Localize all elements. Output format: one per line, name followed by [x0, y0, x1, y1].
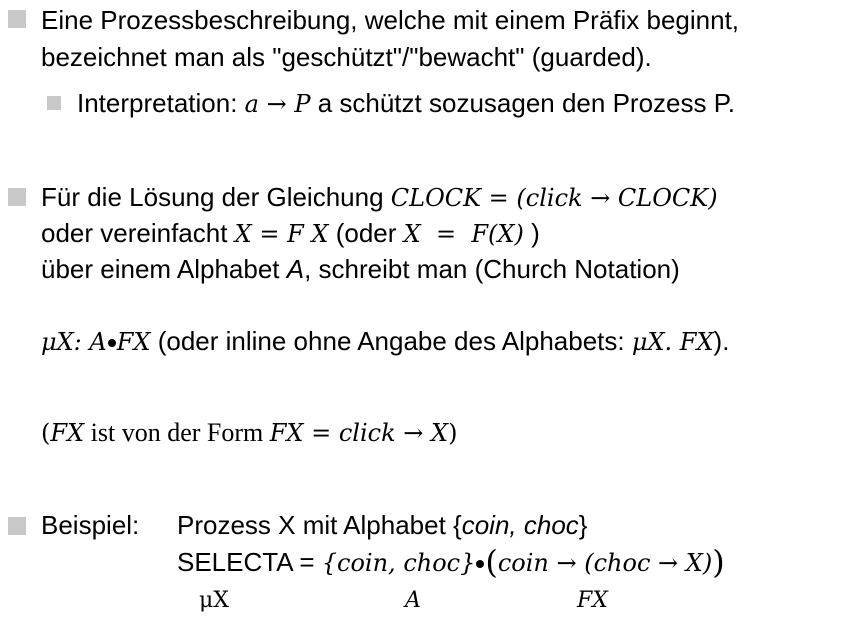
form-text: ist von der Form	[84, 418, 270, 447]
under-a: A	[405, 588, 421, 613]
or-text: (oder	[328, 218, 404, 248]
bullet-operator-icon-2	[476, 560, 485, 569]
section3-line1: Prozess X mit Alphabet {coin, choc}	[177, 510, 587, 540]
interpretation-math: a → P	[244, 90, 311, 118]
set-close: }	[578, 510, 588, 540]
selecta-process: coin → (choc → X)	[497, 549, 713, 577]
fx-expression: FX	[116, 328, 151, 356]
selecta-set: {coin, choc}	[321, 549, 476, 577]
bullet-3	[8, 517, 26, 535]
function-equation: X = F(X)	[403, 220, 524, 248]
close-paren: )	[523, 218, 540, 248]
section1-line1: Eine Prozessbeschreibung, welche mit ein…	[41, 5, 740, 35]
simplified-label: oder vereinfacht	[41, 218, 235, 248]
line-end: ).	[713, 326, 730, 356]
sub-bullet-1	[47, 96, 61, 110]
section3-line2: SELECTA = {coin, choc} (coin → (choc → X)…	[177, 546, 725, 578]
equation-intro: Für die Lösung der Gleichung	[41, 182, 391, 212]
mu-expression: μX: A	[41, 328, 107, 356]
section2-line2: oder vereinfacht X = F X (oder X = F(X) …	[41, 218, 540, 249]
section1-sub: Interpretation: a → P a schützt sozusage…	[77, 88, 735, 119]
church-notation-text: , schreibt man (Church Notation)	[304, 254, 680, 284]
example-label: Beispiel:	[41, 510, 140, 540]
alphabet-var: A	[286, 254, 305, 284]
fx-term: FX	[50, 419, 85, 447]
big-close-paren: )	[712, 543, 725, 581]
alphabet-items: coin, choc	[461, 510, 579, 540]
alphabet-intro: über einem Alphabet	[41, 254, 287, 284]
section2-line5: (FX ist von der Form FX = click → X)	[41, 418, 457, 448]
under-fx: FX	[577, 588, 608, 613]
inline-mu-expression: μX. FX	[631, 328, 714, 356]
interpretation-label: Interpretation:	[77, 88, 245, 118]
clock-equation: CLOCK = (click → CLOCK)	[390, 184, 718, 212]
big-open-paren: (	[485, 543, 498, 581]
selecta-label: SELECTA =	[177, 547, 322, 577]
section2-line1: Für die Lösung der Gleichung CLOCK = (cl…	[41, 182, 718, 213]
section2-line4: μX: A FX (oder inline ohne Angabe des Alp…	[41, 326, 729, 357]
close-paren-2: )	[448, 419, 458, 447]
bullet-operator-icon	[107, 339, 116, 348]
bullet-2	[8, 188, 26, 206]
under-mu-x: μX	[199, 588, 229, 613]
section1-line2: bezeichnet man als "geschützt"/"bewacht"…	[41, 42, 652, 72]
interpretation-text: a schützt sozusagen den Prozess P.	[310, 88, 735, 118]
section2-line3: über einem Alphabet A, schreibt man (Chu…	[41, 254, 680, 284]
bullet-1	[8, 10, 26, 28]
simplified-equation: X = F X	[234, 220, 329, 248]
open-paren: (	[41, 419, 51, 447]
inline-text: (oder inline ohne Angabe des Alphabets:	[150, 326, 632, 356]
fx-definition: FX = click → X	[269, 419, 449, 447]
process-text: Prozess X mit Alphabet {	[177, 510, 462, 540]
